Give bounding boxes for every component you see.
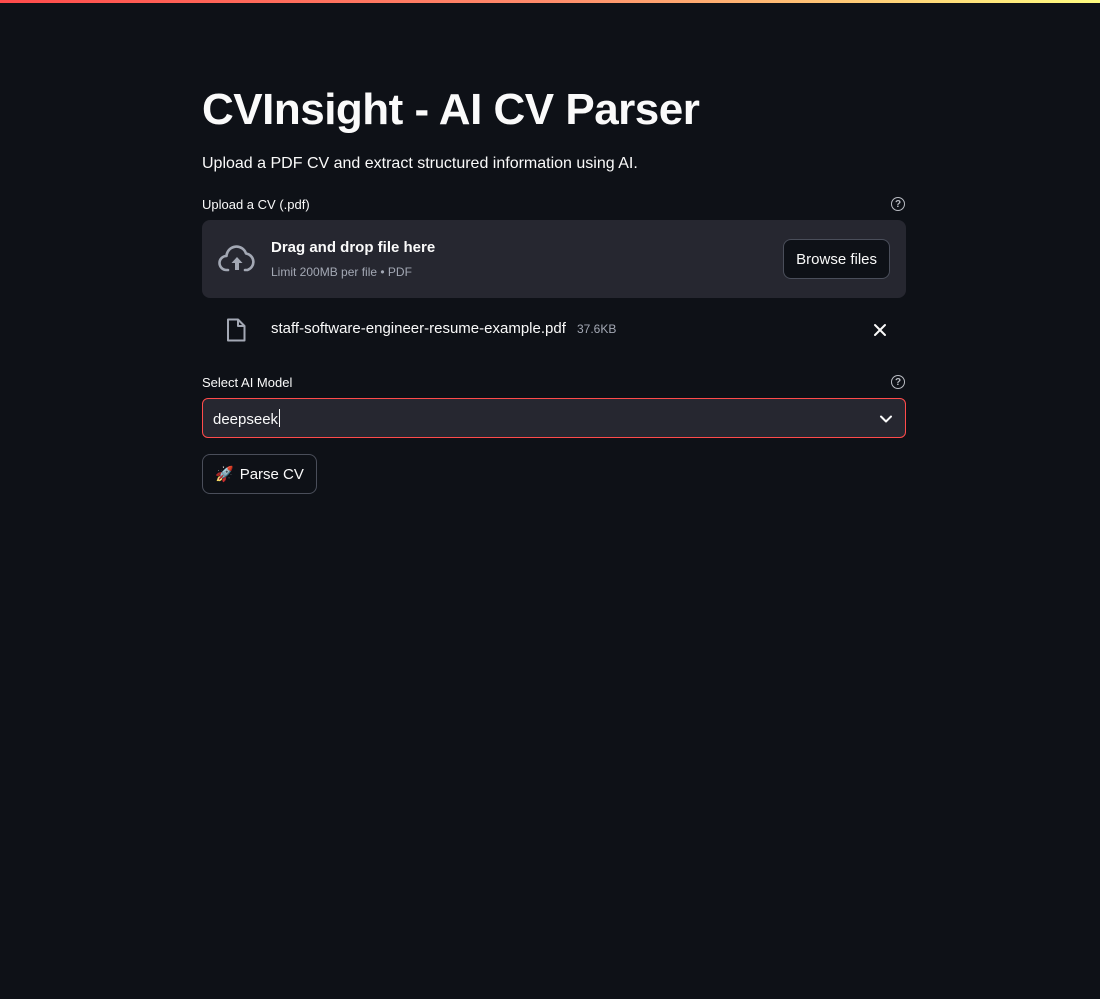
question-circle-icon[interactable]: ? <box>891 197 905 211</box>
text-cursor <box>279 409 281 427</box>
uploaded-file-name: staff-software-engineer-resume-example.p… <box>271 320 566 337</box>
parse-cv-button[interactable]: 🚀 Parse CV <box>202 454 317 494</box>
question-circle-icon[interactable]: ? <box>891 375 905 389</box>
model-select[interactable]: deepseek <box>202 398 906 438</box>
uploaded-file-size: 37.6KB <box>577 322 617 336</box>
browse-files-button[interactable]: Browse files <box>783 239 890 279</box>
model-select-value: deepseek <box>213 411 279 428</box>
model-select-value-wrap[interactable]: deepseek <box>213 409 281 428</box>
page-subtitle: Upload a PDF CV and extract structured i… <box>202 155 638 172</box>
page-title: CVInsight - AI CV Parser <box>202 85 700 134</box>
close-icon[interactable] <box>872 322 888 338</box>
rocket-icon: 🚀 <box>215 466 234 483</box>
top-decoration-bar <box>0 0 1100 3</box>
parse-cv-label: Parse CV <box>239 465 304 483</box>
file-dropzone[interactable]: Drag and drop file here Limit 200MB per … <box>202 220 906 298</box>
model-select-label-row: Select AI Model ? <box>202 372 906 392</box>
cloud-upload-icon <box>218 244 256 279</box>
uploaded-file-row: staff-software-engineer-resume-example.p… <box>202 312 906 348</box>
model-select-label: Select AI Model <box>202 374 293 390</box>
dropzone-title: Drag and drop file here <box>271 239 436 256</box>
chevron-down-icon[interactable] <box>879 412 893 430</box>
uploader-label: Upload a CV (.pdf) <box>202 196 310 212</box>
uploader-label-row: Upload a CV (.pdf) ? <box>202 194 906 214</box>
file-icon <box>226 318 246 347</box>
dropzone-limit-text: Limit 200MB per file • PDF <box>271 265 412 279</box>
